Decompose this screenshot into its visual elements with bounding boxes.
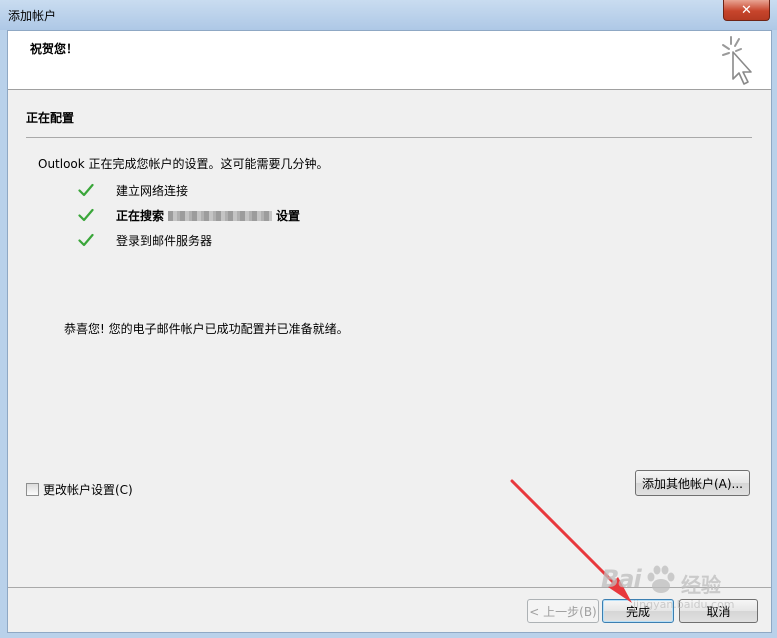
step-login: 登录到邮件服务器 [78,231,212,249]
intro-text: Outlook 正在完成您帐户的设置。这可能需要几分钟。 [38,157,329,171]
add-other-account-button[interactable]: 添加其他帐户(A)... [635,470,750,496]
step-label: 登录到邮件服务器 [116,233,213,248]
change-settings-option[interactable]: 更改帐户设置(C) [26,481,133,498]
window-title: 添加帐户 [8,9,57,23]
change-settings-checkbox[interactable] [26,483,39,496]
back-button[interactable]: < 上一步(B) [527,599,599,623]
footer-divider [8,587,771,588]
header-title: 祝贺您！ [30,42,79,56]
checkmark-icon [78,233,94,247]
change-settings-label[interactable]: 更改帐户设置(C) [43,481,133,498]
step-label: 正在搜索 设置 [116,207,300,224]
step-network: 建立网络连接 [78,181,188,199]
step-search-settings: 正在搜索 设置 [78,206,300,224]
header-panel: 祝贺您！ [8,31,771,90]
section-divider [26,137,752,138]
step-label: 建立网络连接 [116,183,189,198]
cancel-button[interactable]: 取消 [679,599,758,623]
wizard-cursor-icon [722,36,752,85]
congratulations-text: 恭喜您! 您的电子邮件帐户已成功配置并已准备就绪。 [64,322,349,336]
checkmark-icon [78,208,94,222]
checkmark-icon [78,183,94,197]
redacted-email [168,211,273,221]
finish-button[interactable]: 完成 [602,599,674,623]
close-icon: ✕ [741,2,752,18]
add-account-dialog: 祝贺您！ 正在配置 Outlook 正在完成您帐户的设置。这可能需要几分钟。 建… [7,30,772,633]
title-bar: 添加帐户 ✕ [0,0,777,30]
step-label-suffix: 设置 [276,208,301,223]
close-button[interactable]: ✕ [723,0,770,21]
step-label-prefix: 正在搜索 [116,208,165,223]
section-title: 正在配置 [26,111,75,125]
